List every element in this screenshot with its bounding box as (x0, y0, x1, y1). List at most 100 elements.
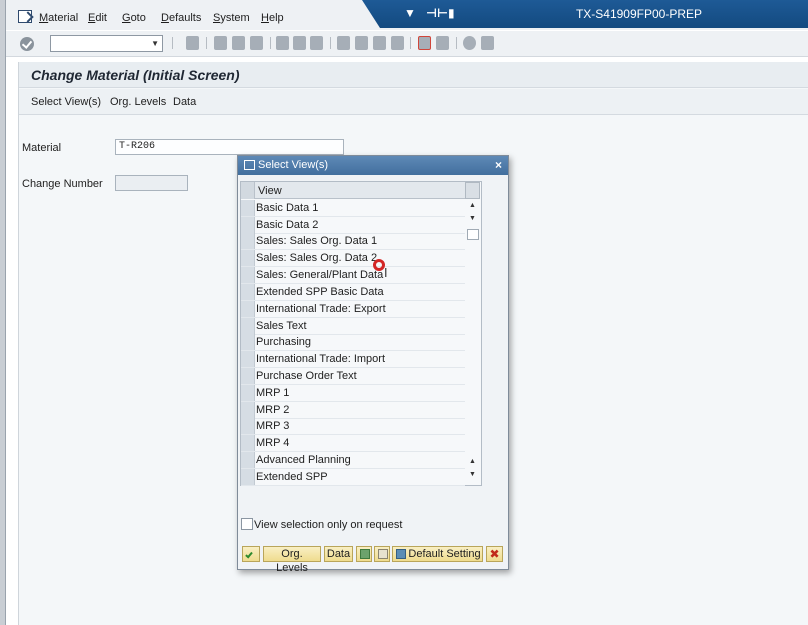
data-dialog-button[interactable]: Data (324, 546, 353, 562)
signal-icon[interactable]: ▮ (448, 6, 455, 20)
table-row[interactable]: MRP 4 (241, 435, 465, 452)
view-selection-checkbox[interactable] (241, 518, 253, 530)
views-table-header: View (241, 182, 465, 199)
row-selector[interactable] (241, 267, 255, 283)
first-page-icon[interactable] (337, 36, 350, 50)
close-icon[interactable]: × (495, 158, 502, 172)
continue-button[interactable] (242, 546, 260, 562)
row-selector[interactable] (241, 284, 255, 300)
vertical-scrollbar[interactable]: ▲ ▼ ▲ ▼ (466, 200, 480, 485)
find-next-icon[interactable] (310, 36, 323, 50)
table-row[interactable]: MRP 2 (241, 402, 465, 419)
table-row[interactable]: International Trade: Export (241, 301, 465, 318)
pin-icon[interactable]: ⊣⊢ (426, 6, 448, 20)
help-icon[interactable] (463, 36, 476, 50)
row-selector[interactable] (241, 217, 255, 233)
scroll-up-icon[interactable]: ▲ (469, 458, 476, 465)
table-row[interactable]: Basic Data 2 (241, 217, 465, 234)
select-all-button[interactable] (356, 546, 372, 562)
check-icon (245, 550, 253, 559)
org-levels-dialog-button[interactable]: Org. Levels (263, 546, 321, 574)
default-setting-button[interactable]: Default Setting (392, 546, 483, 562)
next-page-icon[interactable] (373, 36, 386, 50)
row-selector[interactable] (241, 318, 255, 334)
material-label: Material (22, 142, 62, 154)
table-row[interactable]: Extended SPP Basic Data (241, 284, 465, 301)
back-icon[interactable] (214, 36, 227, 50)
scroll-down-icon[interactable]: ▼ (469, 471, 476, 478)
new-session-icon[interactable] (418, 36, 431, 50)
menu-help[interactable]: Help (261, 12, 284, 24)
select-views-button[interactable]: Select View(s) (31, 96, 101, 108)
view-selection-label: View selection only on request (254, 519, 403, 531)
material-input[interactable]: T-R206 (115, 139, 344, 155)
application-toolbar: Select View(s) Org. Levels Data (19, 89, 808, 115)
table-row[interactable]: MRP 1 (241, 385, 465, 402)
table-row[interactable]: Advanced Planning (241, 452, 465, 469)
toolbar-separator (270, 37, 271, 49)
org-levels-button[interactable]: Org. Levels (110, 96, 166, 108)
table-row[interactable]: International Trade: Import (241, 351, 465, 368)
data-button[interactable]: Data (173, 96, 196, 108)
row-selector[interactable] (241, 301, 255, 317)
cancel-icon[interactable] (250, 36, 263, 50)
table-row[interactable]: Extended SPP (241, 469, 465, 486)
table-row[interactable]: Sales Text (241, 318, 465, 335)
find-icon[interactable] (293, 36, 306, 50)
dialog-title-bar: Select View(s) × (238, 156, 508, 175)
menu-defaults[interactable]: Defaults (161, 12, 201, 24)
row-selector[interactable] (241, 200, 255, 216)
row-selector[interactable] (241, 385, 255, 401)
row-selector[interactable] (241, 351, 255, 367)
row-selector[interactable] (241, 435, 255, 451)
toolbar-separator (410, 37, 411, 49)
last-page-icon[interactable] (391, 36, 404, 50)
cancel-dialog-button[interactable]: ✖ (486, 546, 503, 562)
menu-goto[interactable]: Goto (122, 12, 146, 24)
chevron-down-icon[interactable]: ▼ (151, 39, 159, 48)
change-number-input[interactable] (115, 175, 188, 191)
scroll-thumb[interactable] (467, 229, 479, 240)
save-icon (396, 549, 406, 559)
menu-system[interactable]: System (213, 12, 250, 24)
select-all-cell[interactable] (241, 182, 255, 199)
row-selector[interactable] (241, 469, 255, 485)
print-icon[interactable] (276, 36, 289, 50)
table-row[interactable]: Sales: General/Plant Data (241, 267, 465, 284)
menu-edit[interactable]: Edit (88, 12, 107, 24)
page-title: Change Material (Initial Screen) (31, 67, 240, 83)
row-selector[interactable] (241, 250, 255, 266)
table-settings-icon[interactable] (465, 182, 480, 199)
row-selector[interactable] (241, 402, 255, 418)
scroll-down-icon[interactable]: ▼ (469, 215, 476, 222)
close-icon: ✖ (489, 547, 500, 561)
menu-material[interactable]: Material (39, 12, 78, 24)
command-field[interactable]: ▼ (50, 35, 163, 52)
row-selector[interactable] (241, 334, 255, 350)
table-row[interactable]: Sales: Sales Org. Data 2 (241, 250, 465, 267)
save-icon[interactable] (186, 36, 199, 50)
table-row[interactable]: Basic Data 1 (241, 200, 465, 217)
table-row[interactable]: Purchase Order Text (241, 368, 465, 385)
table-row[interactable]: Sales: Sales Org. Data 1 (241, 233, 465, 250)
table-row[interactable]: Purchasing (241, 334, 465, 351)
system-menu-icon[interactable] (18, 10, 32, 23)
row-selector[interactable] (241, 452, 255, 468)
system-title-band: ▼ ⊣⊢ ▮ TX-S41909FP00-PREP (362, 0, 808, 28)
scroll-up-icon[interactable]: ▲ (469, 202, 476, 209)
exit-icon[interactable] (232, 36, 245, 50)
shortcut-icon[interactable] (436, 36, 449, 50)
deselect-all-button[interactable] (374, 546, 390, 562)
previous-page-icon[interactable] (355, 36, 368, 50)
dialog-title: Select View(s) (258, 159, 329, 171)
table-row[interactable]: MRP 3 (241, 418, 465, 435)
row-selector[interactable] (241, 418, 255, 434)
layout-menu-icon[interactable] (481, 36, 494, 50)
enter-check-icon[interactable] (20, 37, 34, 51)
column-header-view[interactable]: View (258, 185, 282, 197)
row-selector[interactable] (241, 368, 255, 384)
row-selector[interactable] (241, 233, 255, 249)
chevron-down-icon[interactable]: ▼ (404, 6, 416, 20)
window-border (0, 0, 6, 625)
toolbar-separator (206, 37, 207, 49)
